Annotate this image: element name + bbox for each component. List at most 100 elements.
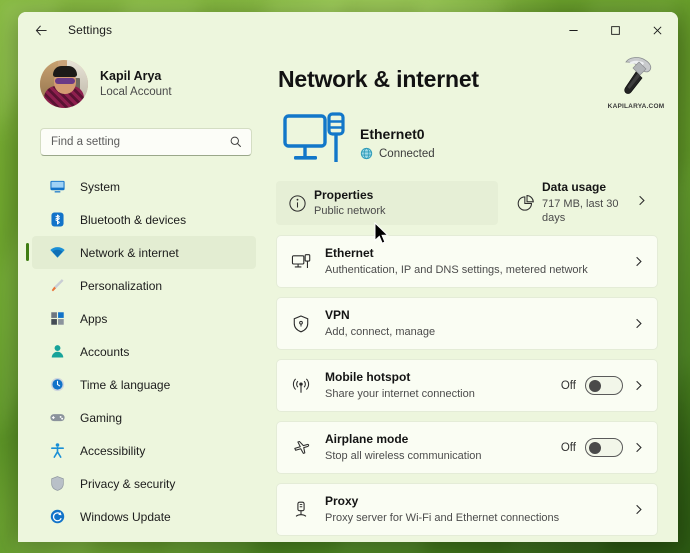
card-title: Proxy (325, 493, 359, 508)
sidebar-item-gaming[interactable]: Gaming (32, 401, 256, 434)
chevron-right-icon (632, 441, 645, 454)
card-title: Airplane mode (325, 431, 409, 446)
card-ethernet[interactable]: Ethernet Authentication, IP and DNS sett… (276, 235, 658, 288)
card-proxy[interactable]: Proxy Proxy server for Wi-Fi and Etherne… (276, 483, 658, 536)
window-body: Kapil Arya Local Account Find a setting … (18, 48, 678, 542)
card-subtitle: Share your internet connection (325, 388, 475, 401)
ethernet-icon (291, 252, 325, 272)
card-subtitle: Stop all wireless communication (325, 450, 482, 463)
chevron-right-icon (632, 379, 645, 392)
back-button[interactable] (26, 16, 56, 44)
card-title: Mobile hotspot (325, 369, 411, 384)
connection-state-label: Connected (379, 147, 435, 160)
chevron-right-icon (632, 503, 645, 516)
proxy-icon (291, 500, 325, 520)
close-icon (653, 26, 661, 34)
main-content: Network & internet KAPILARYA.COM Etherne… (264, 48, 678, 542)
mobile-hotspot-toggle[interactable] (585, 376, 623, 395)
sidebar-item-label: Accounts (80, 344, 130, 359)
card-title: VPN (325, 307, 350, 322)
properties-action[interactable]: Properties Public network (276, 181, 498, 225)
card-airplane-mode[interactable]: Airplane mode Stop all wireless communic… (276, 421, 658, 474)
sidebar-item-label: Time & language (80, 377, 171, 392)
airplane-icon (291, 438, 325, 458)
watermark: KAPILARYA.COM (598, 52, 674, 110)
sidebar-item-bluetooth-devices[interactable]: Bluetooth & devices (32, 203, 256, 236)
sidebar-item-label: Network & internet (80, 245, 179, 260)
account-name: Kapil Arya (100, 68, 162, 83)
chevron-right-icon (632, 317, 645, 330)
sidebar-item-label: System (80, 179, 121, 194)
vpn-shield-icon (291, 314, 325, 334)
settings-window: Settings Kapil Arya Local Account Find a… (18, 12, 678, 542)
update-icon (48, 508, 66, 526)
network-status-block: Ethernet0 Connected (276, 107, 658, 179)
back-arrow-icon (35, 24, 47, 36)
connection-status: Connected (360, 147, 435, 160)
shield-icon (48, 475, 66, 493)
airplane-mode-toggle[interactable] (585, 438, 623, 457)
sidebar-item-label: Gaming (80, 410, 123, 425)
properties-subtitle: Public network (314, 205, 386, 218)
minimize-button[interactable] (552, 12, 594, 48)
sidebar-item-apps[interactable]: Apps (32, 302, 256, 335)
monitor-icon (48, 178, 66, 196)
hammer-icon (624, 57, 652, 94)
sidebar-item-network-internet[interactable]: Network & internet (26, 236, 256, 269)
data-usage-subtitle: 717 MB, last 30 days (542, 198, 619, 225)
maximize-button[interactable] (594, 12, 636, 48)
data-usage-action[interactable]: Data usage 717 MB, last 30 days (504, 180, 658, 225)
ethernet-monitor-icon (276, 112, 356, 174)
settings-card-list: Ethernet Authentication, IP and DNS sett… (276, 235, 658, 536)
sidebar-item-windows-update[interactable]: Windows Update (32, 500, 256, 533)
card-vpn[interactable]: VPN Add, connect, manage (276, 297, 658, 350)
sidebar-item-label: Windows Update (80, 509, 171, 524)
pie-chart-icon (516, 194, 542, 213)
data-usage-title: Data usage (542, 180, 607, 195)
sidebar-item-time-language[interactable]: Time & language (32, 368, 256, 401)
window-controls (552, 12, 678, 48)
sidebar-item-accounts[interactable]: Accounts (32, 335, 256, 368)
apps-icon (48, 310, 66, 328)
search-icon (230, 136, 242, 148)
quick-actions-row: Properties Public network Data usage 717… (276, 180, 658, 225)
sidebar-nav: System Bluetooth & devices Network & int… (18, 170, 264, 542)
paintbrush-icon (48, 277, 66, 295)
sidebar-item-privacy-security[interactable]: Privacy & security (32, 467, 256, 500)
hotspot-icon (291, 376, 325, 396)
accessibility-icon (48, 442, 66, 460)
search-input[interactable] (51, 136, 229, 148)
account-subtitle: Local Account (100, 86, 172, 99)
card-subtitle: Add, connect, manage (325, 326, 436, 339)
globe-icon (360, 147, 373, 160)
minimize-icon (568, 29, 578, 31)
properties-title: Properties (314, 187, 374, 202)
gamepad-icon (48, 409, 66, 427)
chevron-right-icon (632, 255, 645, 268)
sidebar-item-label: Accessibility (80, 443, 146, 458)
sidebar-item-label: Bluetooth & devices (80, 212, 187, 227)
sidebar-item-label: Apps (80, 311, 108, 326)
title-bar: Settings (18, 12, 678, 48)
sidebar-item-label: Personalization (80, 278, 163, 293)
chevron-right-icon (635, 194, 648, 212)
info-icon (288, 194, 314, 213)
card-title: Ethernet (325, 245, 374, 260)
card-subtitle: Authentication, IP and DNS settings, met… (325, 264, 588, 277)
sidebar-item-accessibility[interactable]: Accessibility (32, 434, 256, 467)
window-title: Settings (68, 23, 113, 37)
avatar (40, 60, 88, 108)
sidebar: Kapil Arya Local Account Find a setting … (18, 48, 264, 542)
maximize-icon (610, 25, 620, 35)
sidebar-item-label: Privacy & security (80, 476, 176, 491)
sidebar-item-system[interactable]: System (32, 170, 256, 203)
account-block[interactable]: Kapil Arya Local Account (40, 58, 264, 110)
clock-icon (48, 376, 66, 394)
person-icon (48, 343, 66, 361)
bluetooth-icon (48, 211, 66, 229)
wifi-icon (48, 244, 66, 262)
sidebar-item-personalization[interactable]: Personalization (32, 269, 256, 302)
card-mobile-hotspot[interactable]: Mobile hotspot Share your internet conne… (276, 359, 658, 412)
close-button[interactable] (636, 12, 678, 48)
search-box[interactable] (40, 128, 252, 156)
